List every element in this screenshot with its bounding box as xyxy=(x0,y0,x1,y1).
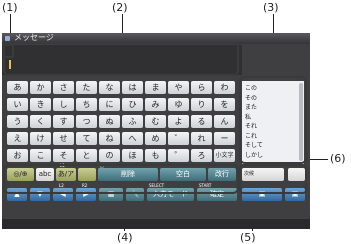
kana-key[interactable]: も xyxy=(145,149,166,162)
kana-key[interactable]: し xyxy=(53,98,74,111)
kana-key[interactable]: き xyxy=(30,98,51,111)
kana-key[interactable]: あ xyxy=(7,81,28,94)
kana-key[interactable]: ち xyxy=(76,98,97,111)
window-icon xyxy=(5,36,10,41)
kana-key[interactable]: わ xyxy=(214,81,235,94)
kana-key[interactable]: か xyxy=(30,81,51,94)
kana-key[interactable]: つ xyxy=(76,115,97,128)
kana-key[interactable]: け xyxy=(30,132,51,145)
kana-key[interactable]: と xyxy=(76,149,97,162)
callout-1: (1) xyxy=(2,1,18,14)
kana-key[interactable]: ぬ xyxy=(99,115,120,128)
kana-key[interactable]: さ xyxy=(53,81,74,94)
kana-key[interactable]: お xyxy=(7,149,28,162)
kana-key[interactable]: せ xyxy=(53,132,74,145)
kana-key[interactable]: く xyxy=(30,115,51,128)
callout-3: (3) xyxy=(263,1,279,14)
kana-key[interactable]: な xyxy=(99,81,120,94)
callout-5: (5) xyxy=(240,231,256,244)
kana-key[interactable]: ー xyxy=(214,132,235,145)
kana-key[interactable]: に xyxy=(99,98,120,111)
kana-key[interactable]: た xyxy=(76,81,97,94)
kana-key[interactable]: は xyxy=(122,81,143,94)
kana-key[interactable]: 小文字 xyxy=(214,149,235,162)
kana-key[interactable]: ひ xyxy=(122,98,143,111)
kana-key[interactable]: こ xyxy=(30,149,51,162)
highlight-frame-3 xyxy=(239,76,307,164)
kana-key[interactable]: ろ xyxy=(191,149,212,162)
kana-key[interactable]: そ xyxy=(53,149,74,162)
kana-key[interactable]: ね xyxy=(99,132,120,145)
kana-key[interactable]: る xyxy=(191,115,212,128)
bottom-bar xyxy=(2,219,310,229)
kana-key[interactable]: り xyxy=(191,98,212,111)
callout-4: (4) xyxy=(117,231,133,244)
kana-key[interactable]: て xyxy=(76,132,97,145)
highlight-frame-4 xyxy=(3,164,239,194)
kana-key[interactable]: い xyxy=(7,98,28,111)
callout-6: (6) xyxy=(330,152,346,165)
kana-key[interactable]: め xyxy=(145,132,166,145)
highlight-frame-2 xyxy=(3,42,239,76)
kana-key[interactable]: ほ xyxy=(122,149,143,162)
kana-key[interactable]: へ xyxy=(122,132,143,145)
kana-key[interactable]: ゆ xyxy=(168,98,189,111)
kana-key[interactable]: ゜ xyxy=(168,149,189,162)
kana-key[interactable]: む xyxy=(145,115,166,128)
kana-key[interactable]: ら xyxy=(191,81,212,94)
kana-key[interactable]: ま xyxy=(145,81,166,94)
dakuten-key[interactable]: ゛ xyxy=(168,132,189,145)
kana-key[interactable]: よ xyxy=(168,115,189,128)
kana-key[interactable]: う xyxy=(7,115,28,128)
highlight-frame-5 xyxy=(239,164,307,194)
kana-key[interactable]: ん xyxy=(214,115,235,128)
kana-key[interactable]: を xyxy=(214,98,235,111)
kana-key[interactable]: み xyxy=(145,98,166,111)
kana-key[interactable]: や xyxy=(168,81,189,94)
kana-key[interactable]: す xyxy=(53,115,74,128)
kana-key[interactable]: え xyxy=(7,132,28,145)
callout-2: (2) xyxy=(112,1,128,14)
kana-key[interactable]: ふ xyxy=(122,115,143,128)
kana-key[interactable]: れ xyxy=(191,132,212,145)
kana-key[interactable]: の xyxy=(99,149,120,162)
